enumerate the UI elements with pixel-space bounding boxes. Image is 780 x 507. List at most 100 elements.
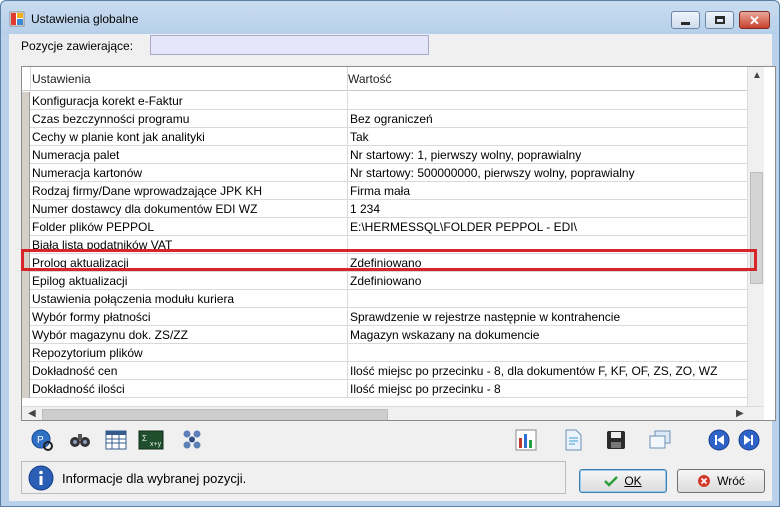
column-header-settings[interactable]: Ustawienia [32,72,91,86]
binoculars-icon[interactable] [67,427,93,453]
grid-rows: Konfiguracja korekt e-Faktur Czas bezczyn… [22,92,747,398]
filter-input[interactable] [150,35,429,55]
cell-divider [347,344,348,362]
setting-cell: Numeracja palet [32,148,120,162]
table-row[interactable]: Czas bezczynności programu Bez ograniczeń [22,110,747,128]
table-row[interactable]: Numeracja kartonów Nr startowy: 500000000… [22,164,747,182]
next-icon[interactable] [736,427,762,453]
table-row[interactable]: Biała lista podatników VAT [22,236,747,254]
window-body: Pozycje zawierające: Ustawienia Wartość … [9,34,776,501]
table-row[interactable]: Numeracja palet Nr startowy: 1, pierwszy … [22,146,747,164]
windows-icon[interactable] [647,427,673,453]
scroll-left-icon[interactable]: ◀ [28,408,36,419]
svg-text:Σ: Σ [142,434,147,443]
row-indicator[interactable] [22,308,30,326]
cell-divider [347,218,348,236]
table-row[interactable]: Folder plików PEPPOL E:\HERMESSQL\FOLDER … [22,218,747,236]
scroll-up-icon[interactable]: ▲ [752,70,762,81]
row-indicator[interactable] [22,182,30,200]
cell-divider [347,254,348,272]
row-indicator[interactable] [22,254,30,272]
setting-cell: Biała lista podatników VAT [32,238,173,252]
row-indicator[interactable] [22,92,30,110]
row-indicator[interactable] [22,128,30,146]
value-cell: Tak [350,130,369,144]
row-indicator[interactable] [22,146,30,164]
cell-divider [347,236,348,254]
column-header-value[interactable]: Wartość [348,72,392,86]
value-cell: Firma mała [350,184,411,198]
setting-cell: Dokładność ilości [32,382,125,396]
row-indicator[interactable] [22,218,30,236]
value-cell: Magazyn wskazany na dokumencie [350,328,540,342]
cell-divider [347,110,348,128]
horizontal-scrollbar[interactable]: ◀ ▶ [22,406,764,420]
table-row[interactable]: Ustawienia połączenia modułu kuriera [22,290,747,308]
close-icon: ✕ [749,12,760,28]
setting-cell: Rodzaj firmy/Dane wprowadzające JPK KH [32,184,263,198]
vertical-scroll-thumb[interactable] [750,172,763,284]
row-indicator[interactable] [22,110,30,128]
table-edit-icon[interactable] [103,427,129,453]
settings-window: Ustawienia globalne ✕ Pozycje zawierając… [0,0,780,507]
setting-cell: Repozytorium plików [32,346,143,360]
table-row[interactable]: Wybór formy płatności Sprawdzenie w rejes… [22,308,747,326]
value-cell: Nr startowy: 500000000, pierwszy wolny, … [350,166,635,180]
previous-icon[interactable] [706,427,732,453]
scroll-right-icon[interactable]: ▶ [736,408,744,419]
row-indicator[interactable] [22,326,30,344]
table-row[interactable]: Konfiguracja korekt e-Faktur [22,92,747,110]
table-row[interactable]: Cechy w planie kont jak analityki Tak [22,128,747,146]
value-cell: Zdefiniowano [350,256,422,270]
value-cell: Nr startowy: 1, pierwszy wolny, poprawia… [350,148,582,162]
cell-divider [347,92,348,110]
table-row[interactable]: Epilog aktualizacji Zdefiniowano [22,272,747,290]
horizontal-scroll-thumb[interactable] [42,409,388,420]
row-indicator[interactable] [22,362,30,380]
document-icon[interactable] [560,427,586,453]
maximize-button[interactable] [705,11,734,29]
save-icon[interactable] [603,427,629,453]
settings-grid: Ustawienia Wartość Konfiguracja korekt e… [21,66,776,421]
table-row[interactable]: Numer dostawcy dla dokumentów EDI WZ 1 23… [22,200,747,218]
setting-cell: Wybór formy płatności [32,310,151,324]
setting-cell: Wybór magazynu dok. ZS/ZZ [32,328,188,342]
vertical-scrollbar[interactable]: ▲ [747,67,764,406]
row-indicator[interactable] [22,200,30,218]
setting-cell: Prolog aktualizacji [32,256,129,270]
row-indicator[interactable] [22,272,30,290]
table-row[interactable]: Dokładność ilości Ilość miejsc po przecin… [22,380,747,398]
table-row[interactable]: Repozytorium plików [22,344,747,362]
value-cell: Zdefiniowano [350,274,422,288]
structure-icon[interactable] [179,427,205,453]
cell-divider [347,290,348,308]
setting-cell: Epilog aktualizacji [32,274,128,288]
calculator-icon[interactable]: Σx+y [138,427,164,453]
info-icon[interactable] [28,465,54,491]
setting-cell: Dokładność cen [32,364,118,378]
table-row[interactable]: Prolog aktualizacji Zdefiniowano [22,254,747,272]
row-indicator[interactable] [22,380,30,398]
row-indicator[interactable] [22,236,30,254]
title-bar[interactable]: Ustawienia globalne ✕ [1,1,779,35]
search-details-icon[interactable]: P [29,427,55,453]
close-button[interactable]: ✕ [739,11,770,29]
value-cell: Ilość miejsc po przecinku - 8, dla dokum… [350,364,718,378]
back-button[interactable]: Wróć [677,469,765,493]
row-indicator-header [30,67,31,91]
table-row[interactable]: Dokładność cen Ilość miejsc po przecinku … [22,362,747,380]
table-row[interactable]: Wybór magazynu dok. ZS/ZZ Magazyn wskazan… [22,326,747,344]
row-indicator[interactable] [22,164,30,182]
row-indicator[interactable] [22,290,30,308]
ok-button[interactable]: OK [579,469,667,493]
info-text: Informacje dla wybranej pozycji. [62,471,247,486]
value-cell: 1 234 [350,202,381,216]
row-indicator[interactable] [22,344,30,362]
info-bar: Informacje dla wybranej pozycji. [21,461,566,494]
minimize-button[interactable] [671,11,700,29]
table-row[interactable]: Rodzaj firmy/Dane wprowadzające JPK KH Fi… [22,182,747,200]
chart-icon[interactable] [513,427,539,453]
cancel-icon [698,475,711,487]
ok-label: OK [624,474,642,488]
cell-divider [347,326,348,344]
